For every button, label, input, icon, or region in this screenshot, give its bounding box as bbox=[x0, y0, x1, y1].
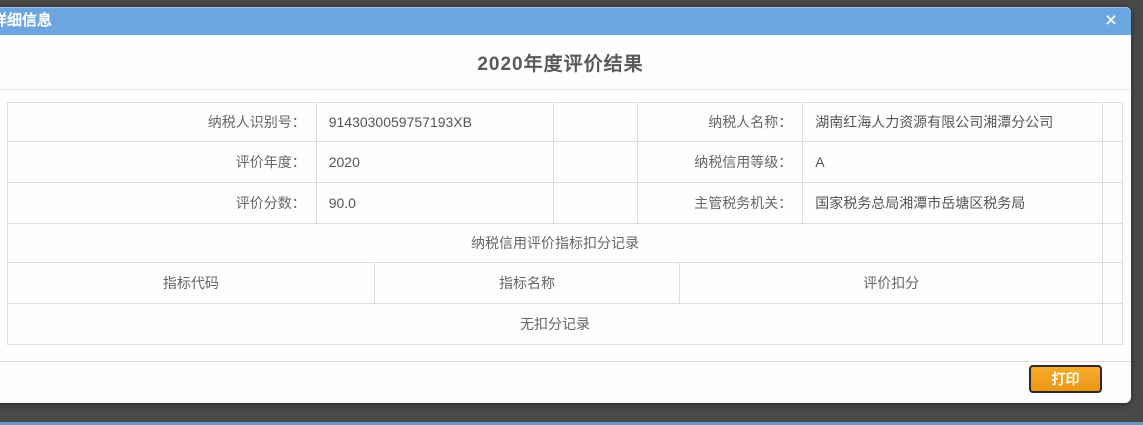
spacer-cell bbox=[554, 103, 639, 141]
gutter-cell bbox=[1103, 263, 1123, 303]
footer-divider bbox=[0, 361, 1131, 362]
evaluation-year-label: 评价年度： bbox=[8, 142, 317, 182]
evaluation-score-label: 评价分数： bbox=[8, 183, 317, 223]
close-icon[interactable]: × bbox=[1099, 8, 1123, 34]
tax-authority-value: 国家税务总局湘潭市岳塘区税务局 bbox=[803, 183, 1103, 223]
spacer-cell bbox=[554, 142, 639, 182]
empty-record-row: 无扣分记录 bbox=[8, 304, 1123, 345]
taxpayer-id-label: 纳税人识别号： bbox=[8, 103, 317, 141]
table-row: 评价分数： 90.0 主管税务机关： 国家税务总局湘潭市岳塘区税务局 bbox=[8, 183, 1123, 224]
gutter-cell bbox=[1103, 183, 1123, 223]
print-button[interactable]: 打印 bbox=[1029, 365, 1102, 393]
taxpayer-name-label: 纳税人名称： bbox=[638, 103, 803, 141]
page-title: 2020年度评价结果 bbox=[477, 49, 643, 76]
evaluation-score-value: 90.0 bbox=[317, 183, 554, 223]
detail-dialog: 详细信息 × 2020年度评价结果 纳税人识别号： 91430300597571… bbox=[0, 7, 1131, 403]
taxpayer-id-value: 9143030059757193XB bbox=[317, 103, 554, 141]
table-row: 纳税人识别号： 9143030059757193XB 纳税人名称： 湖南红海人力… bbox=[8, 103, 1123, 142]
taxpayer-name-value: 湖南红海人力资源有限公司湘潭分公司 bbox=[803, 103, 1103, 141]
column-header-deduction: 评价扣分 bbox=[680, 263, 1103, 303]
gutter-cell bbox=[1103, 224, 1123, 262]
column-header-indicator-code: 指标代码 bbox=[8, 263, 375, 303]
credit-grade-value: A bbox=[803, 142, 1103, 182]
heading-block: 2020年度评价结果 bbox=[0, 35, 1131, 90]
column-header-indicator-name: 指标名称 bbox=[375, 263, 681, 303]
gutter-cell bbox=[1103, 142, 1123, 182]
evaluation-year-value: 2020 bbox=[317, 142, 554, 182]
empty-record-message: 无扣分记录 bbox=[8, 304, 1103, 344]
section-header-row: 纳税信用评价指标扣分记录 bbox=[8, 224, 1123, 263]
credit-grade-label: 纳税信用等级： bbox=[638, 142, 803, 182]
deduction-section-title: 纳税信用评价指标扣分记录 bbox=[8, 224, 1103, 262]
table-row: 评价年度： 2020 纳税信用等级： A bbox=[8, 142, 1123, 183]
gutter-cell bbox=[1103, 304, 1123, 344]
dialog-title: 详细信息 bbox=[0, 7, 1131, 35]
tax-authority-label: 主管税务机关： bbox=[638, 183, 803, 223]
evaluation-table: 纳税人识别号： 9143030059757193XB 纳税人名称： 湖南红海人力… bbox=[7, 102, 1123, 345]
gutter-cell bbox=[1103, 103, 1123, 141]
spacer-cell bbox=[554, 183, 639, 223]
column-header-row: 指标代码 指标名称 评价扣分 bbox=[8, 263, 1123, 304]
dialog-titlebar: 详细信息 × bbox=[0, 7, 1131, 35]
